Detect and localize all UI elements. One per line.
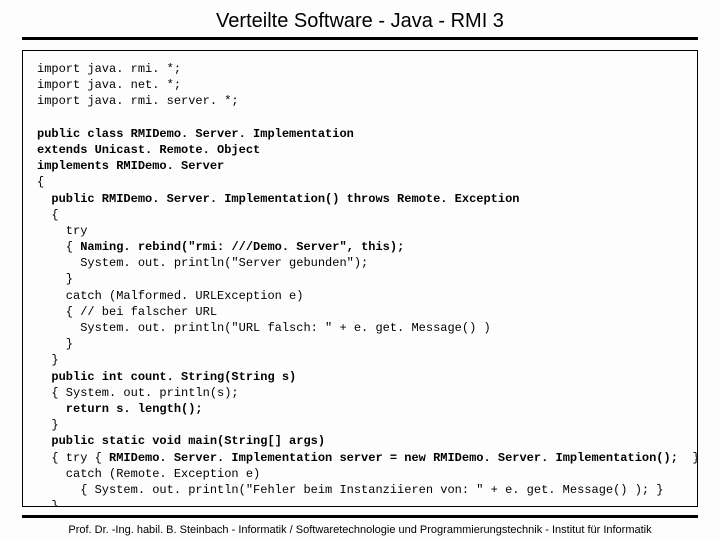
code-line: public int count. String(String s) xyxy=(37,370,296,384)
slide: Verteilte Software - Java - RMI 3 import… xyxy=(0,0,720,540)
code-line: public static void main(String[] args) xyxy=(37,434,325,448)
code-line: import java. rmi. *; xyxy=(37,62,181,76)
code-line: import java. rmi. server. *; xyxy=(37,94,239,108)
page-title: Verteilte Software - Java - RMI 3 xyxy=(22,10,698,37)
code-line: catch (Remote. Exception e) xyxy=(37,467,260,481)
code-line: } xyxy=(37,272,73,286)
code-line: } xyxy=(37,499,59,507)
page-footer: Prof. Dr. -Ing. habil. B. Steinbach - In… xyxy=(22,524,698,540)
code-line: return s. length(); xyxy=(37,402,203,416)
code-line: } xyxy=(37,337,73,351)
code-listing: import java. rmi. *; import java. net. *… xyxy=(22,50,698,507)
code-line: { xyxy=(37,208,59,222)
code-line: System. out. println("Server gebunden"); xyxy=(37,256,368,270)
title-divider xyxy=(22,37,698,40)
code-line: Naming. rebind("rmi: ///Demo. Server", t… xyxy=(80,240,404,254)
code-line: import java. net. *; xyxy=(37,78,181,92)
code-line: { System. out. println(s); xyxy=(37,386,239,400)
code-line: try xyxy=(37,224,87,238)
code-line: } xyxy=(678,451,698,465)
code-line: { try { xyxy=(37,451,109,465)
code-line: public RMIDemo. Server. Implementation()… xyxy=(37,192,519,206)
code-line: catch (Malformed. URLException e) xyxy=(37,289,303,303)
code-line: } xyxy=(37,418,59,432)
code-line: System. out. println("URL falsch: " + e.… xyxy=(37,321,491,335)
code-line: } xyxy=(37,353,59,367)
code-line: implements RMIDemo. Server xyxy=(37,159,224,173)
code-line: RMIDemo. Server. Implementation server =… xyxy=(109,451,678,465)
code-line: { // bei falscher URL xyxy=(37,305,217,319)
code-line: public class RMIDemo. Server. Implementa… xyxy=(37,127,354,141)
code-line: extends Unicast. Remote. Object xyxy=(37,143,260,157)
code-line: { xyxy=(37,240,80,254)
code-line: { xyxy=(37,175,44,189)
code-line: { System. out. println("Fehler beim Inst… xyxy=(37,483,664,497)
footer-divider xyxy=(22,515,698,518)
